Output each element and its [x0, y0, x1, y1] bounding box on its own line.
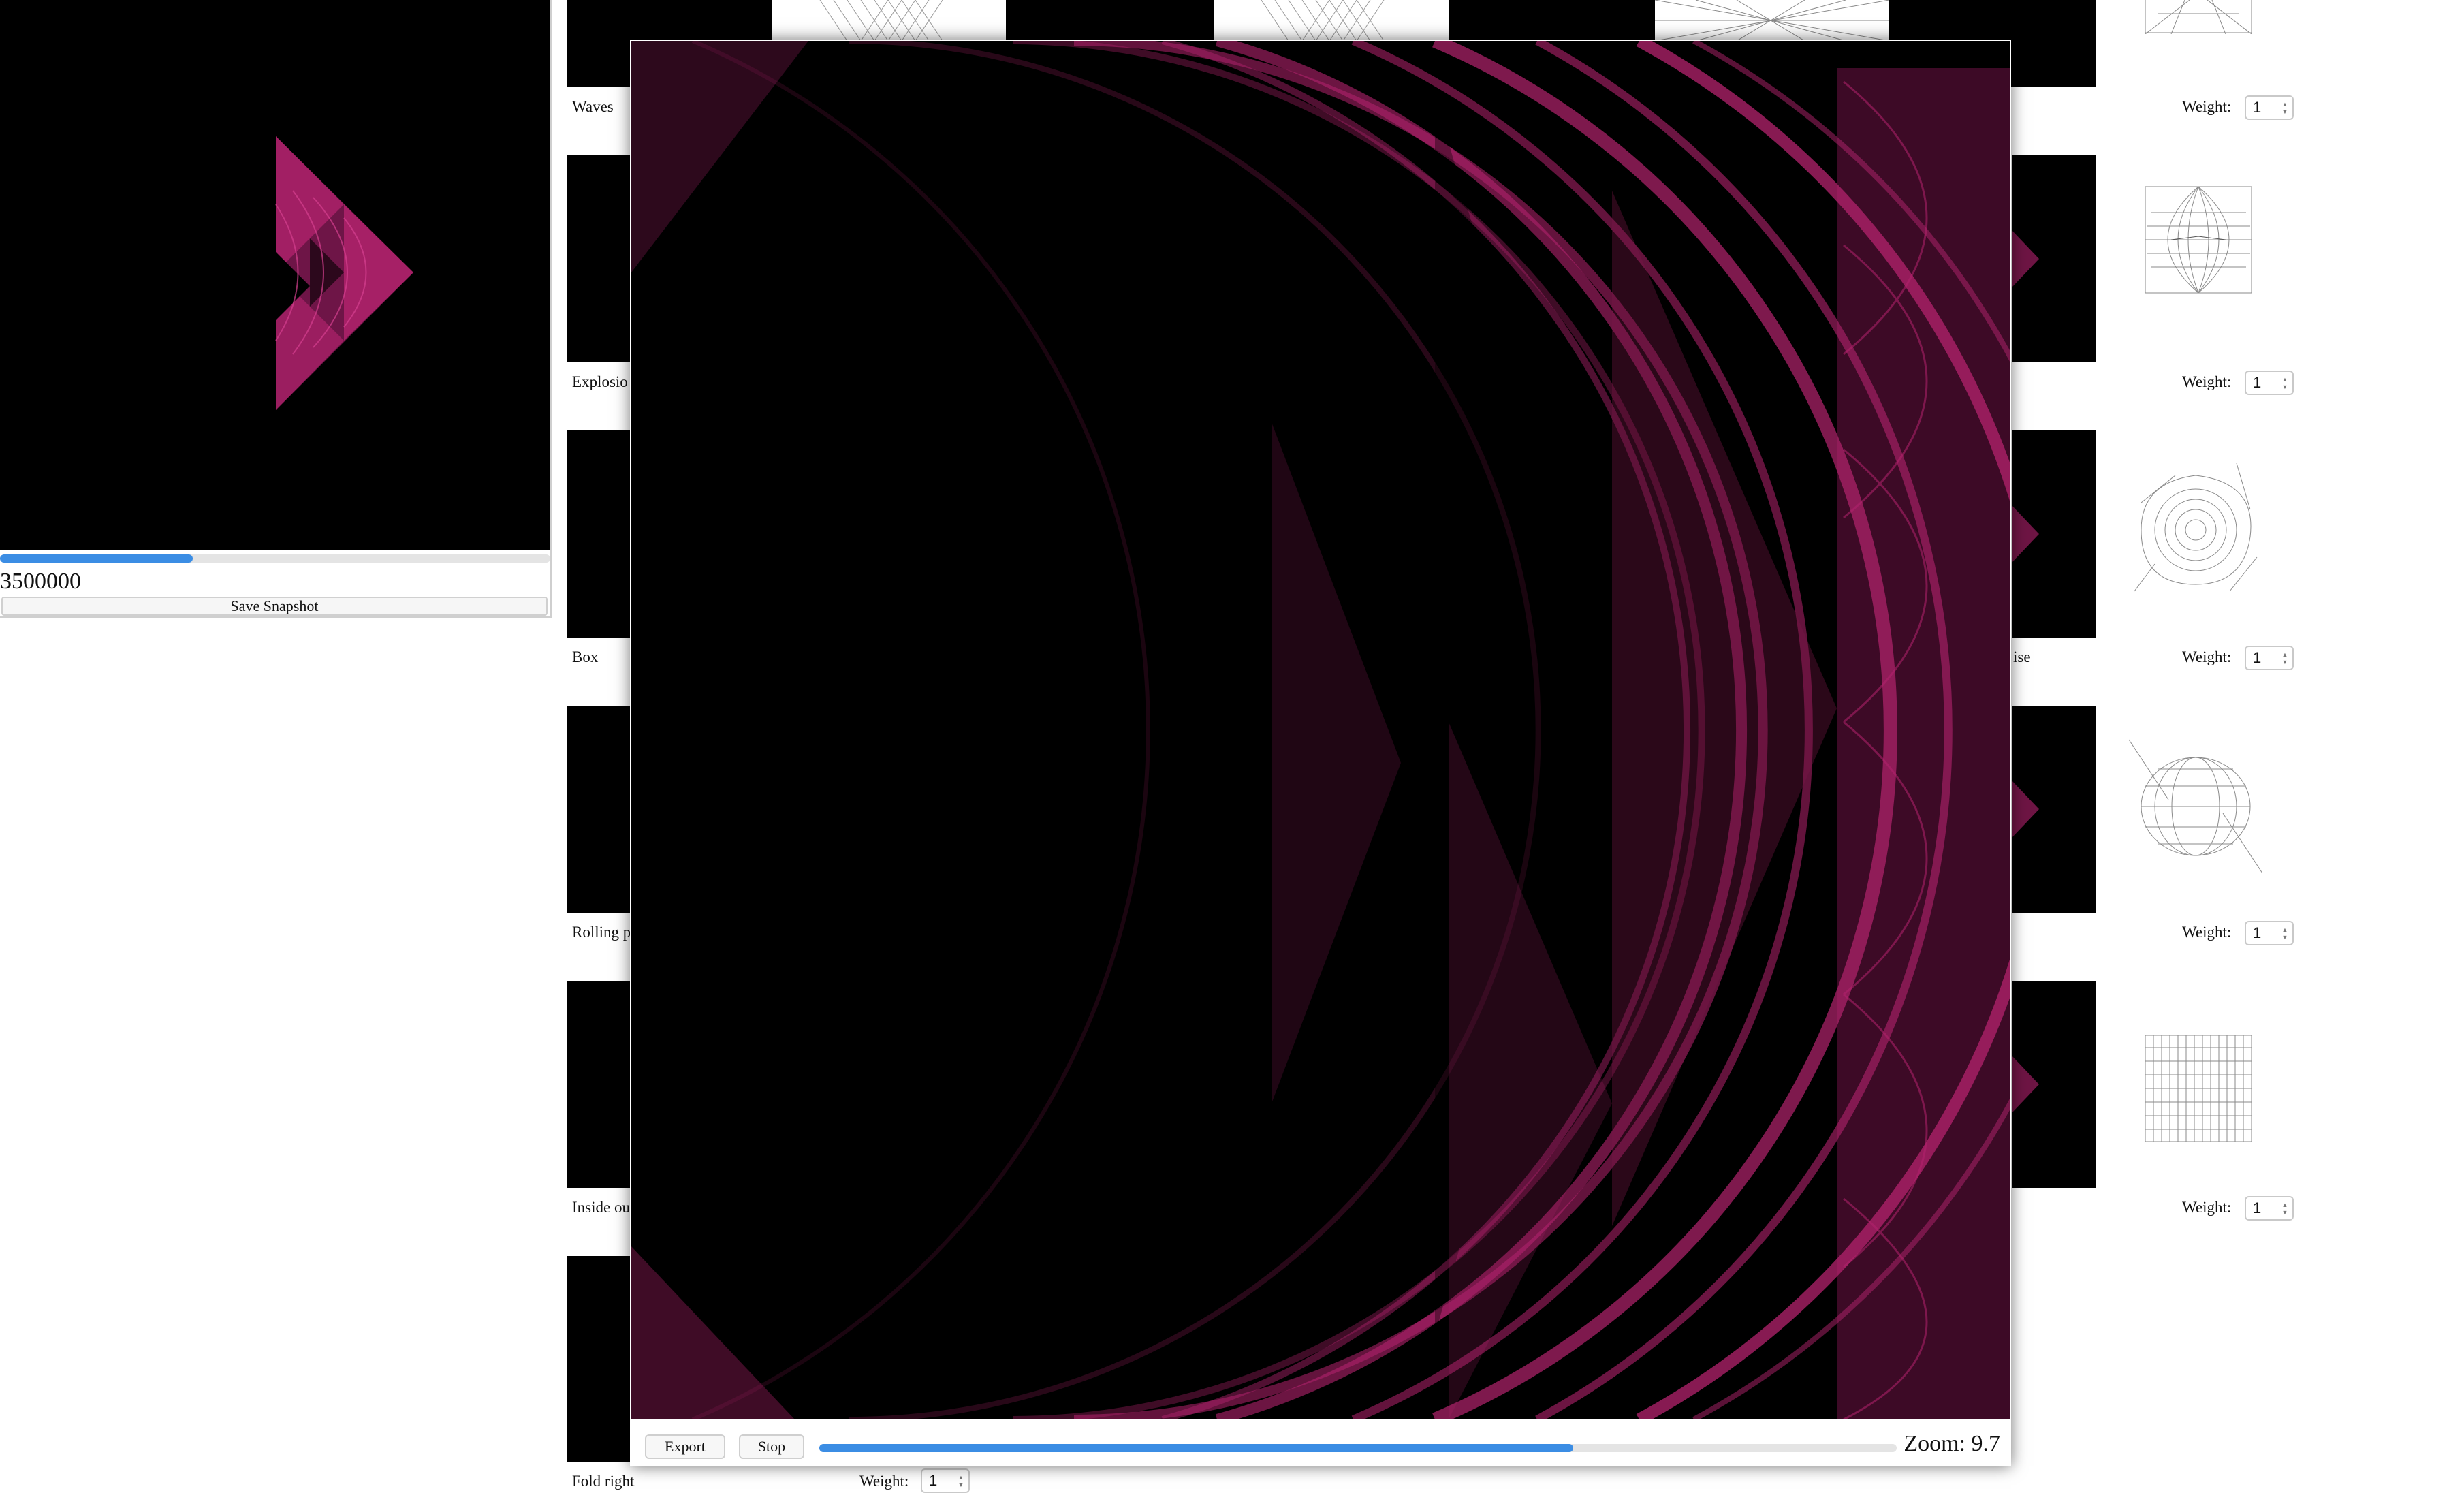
viewer-toolbar: Export Stop Zoom: 9.7	[630, 1419, 2011, 1466]
zoom-canvas[interactable]	[631, 41, 2010, 1419]
variation-tile[interactable]	[1006, 0, 1214, 41]
variation-tile[interactable]	[2012, 155, 2096, 362]
compressed-grid-icon	[2145, 1035, 2252, 1142]
variation-label-box: Box	[572, 648, 599, 665]
preview-panel: 3500000 Save Snapshot	[0, 0, 552, 618]
weight-input[interactable]: 1 ▲ ▼	[2245, 1196, 2294, 1221]
stepper-icon[interactable]: ▲ ▼	[2281, 651, 2288, 666]
stop-button[interactable]: Stop	[739, 1434, 804, 1459]
variation-thumb	[1654, 0, 1890, 42]
variation-label-fold-right: Fold right	[572, 1473, 635, 1490]
zoom-level: Zoom: 9.7	[1904, 1431, 2000, 1456]
variation-thumb	[772, 0, 1006, 42]
variation-label-waves: Waves	[572, 98, 614, 115]
variation-label-partial: ise	[2013, 648, 2031, 665]
preview-canvas[interactable]	[0, 0, 550, 550]
bent-grid-icon	[2145, 0, 2252, 34]
variation-thumb	[1214, 0, 1449, 42]
render-progress-bar	[819, 1444, 1897, 1452]
weight-label: Weight:	[2182, 1199, 2232, 1216]
swirl-grid-icon	[2134, 462, 2258, 592]
variation-tile[interactable]	[2012, 430, 2096, 638]
variation-label-inside-out: Inside ou	[572, 1199, 630, 1216]
iteration-count: 3500000	[0, 569, 81, 594]
weight-input[interactable]: 1 ▲ ▼	[2245, 921, 2294, 945]
save-snapshot-button[interactable]: Save Snapshot	[1, 597, 548, 616]
weight-input[interactable]: 1 ▲ ▼	[2245, 646, 2294, 670]
preview-progress-bar	[0, 554, 550, 563]
stepper-icon[interactable]: ▲ ▼	[2281, 926, 2288, 941]
weight-label: Weight:	[2182, 373, 2232, 390]
weight-label: Weight:	[859, 1473, 909, 1490]
variation-tile[interactable]	[662, 0, 772, 41]
stepper-icon[interactable]: ▲ ▼	[2281, 376, 2288, 391]
export-button[interactable]: Export	[645, 1434, 725, 1459]
variation-tile[interactable]	[1449, 0, 1655, 41]
stepper-icon[interactable]: ▲ ▼	[958, 1474, 964, 1489]
weight-input[interactable]: 1 ▲ ▼	[921, 1468, 970, 1493]
variation-tile[interactable]	[2012, 981, 2096, 1188]
variation-label-rolling: Rolling p	[572, 924, 631, 941]
weight-label: Weight:	[2182, 924, 2232, 941]
lens-grid-icon	[2145, 186, 2252, 294]
weight-label: Weight:	[2182, 648, 2232, 665]
stepper-icon[interactable]: ▲ ▼	[2281, 1201, 2288, 1216]
variation-label-explosion: Explosio	[572, 373, 628, 390]
sphere-grid-icon	[2128, 739, 2263, 874]
weight-input[interactable]: 1 ▲ ▼	[2245, 95, 2294, 120]
zoom-viewer: Export Stop Zoom: 9.7	[630, 40, 2011, 1466]
variation-tile[interactable]	[2012, 706, 2096, 913]
stepper-icon[interactable]: ▲ ▼	[2281, 101, 2288, 116]
weight-label: Weight:	[2182, 98, 2232, 115]
weight-input[interactable]: 1 ▲ ▼	[2245, 371, 2294, 395]
